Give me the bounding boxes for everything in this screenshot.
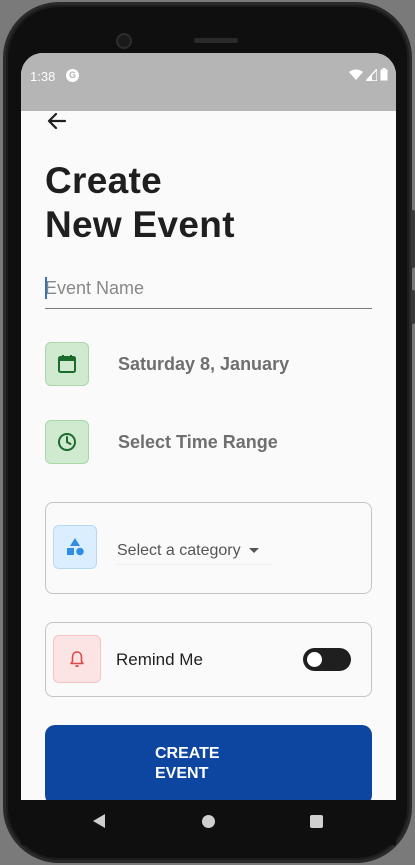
create-event-button[interactable]: CREATE EVENT xyxy=(45,725,372,800)
title-line-1: Create xyxy=(45,160,162,201)
event-name-input[interactable] xyxy=(45,271,372,305)
clock-icon xyxy=(58,433,76,451)
title-line-2: New Event xyxy=(45,204,235,245)
wifi-icon xyxy=(349,69,363,80)
clock-icon-box xyxy=(45,420,89,464)
shapes-icon xyxy=(67,538,84,556)
battery-icon xyxy=(380,68,388,81)
signal-icon xyxy=(366,68,377,81)
bell-icon-box xyxy=(53,635,101,683)
text-cursor xyxy=(45,277,47,299)
nav-recents-icon[interactable] xyxy=(310,815,323,828)
g-circle-icon: G xyxy=(66,69,79,82)
status-bar: 1:38 G xyxy=(21,53,396,111)
reminder-card: Remind Me xyxy=(45,622,372,697)
time-range-row[interactable]: Select Time Range xyxy=(45,420,278,464)
date-label: Saturday 8, January xyxy=(118,353,290,374)
remind-me-toggle[interactable] xyxy=(303,648,351,671)
create-event-label: CREATE EVENT xyxy=(155,745,220,782)
nav-back-icon[interactable] xyxy=(93,814,105,828)
calendar-icon xyxy=(58,355,76,373)
category-dropdown-label: Select a category xyxy=(117,541,241,559)
power-button xyxy=(411,290,415,324)
bell-icon xyxy=(70,651,84,668)
remind-me-label: Remind Me xyxy=(116,650,203,669)
volume-button xyxy=(411,210,415,268)
status-icons xyxy=(349,68,388,81)
nav-home-icon[interactable] xyxy=(202,815,215,828)
category-card: Select a category xyxy=(45,502,372,594)
system-nav-bar xyxy=(21,800,396,845)
date-picker-row[interactable]: Saturday 8, January xyxy=(45,342,289,386)
arrow-left-icon xyxy=(47,112,67,130)
app-screen: 1:38 G Create New Event Event Name Satur… xyxy=(21,53,396,800)
shapes-icon-box xyxy=(53,525,97,569)
status-time: 1:38 xyxy=(30,69,56,84)
event-name-field[interactable] xyxy=(45,271,372,309)
earpiece-speaker xyxy=(194,38,238,43)
caret-down-icon xyxy=(248,548,259,553)
back-button[interactable] xyxy=(45,109,73,133)
calendar-icon-box xyxy=(45,342,89,386)
page-title: Create New Event xyxy=(45,159,235,247)
toggle-knob xyxy=(307,652,322,667)
time-range-label: Select Time Range xyxy=(118,431,278,452)
category-dropdown[interactable]: Select a category xyxy=(117,537,273,565)
front-camera xyxy=(116,33,132,49)
